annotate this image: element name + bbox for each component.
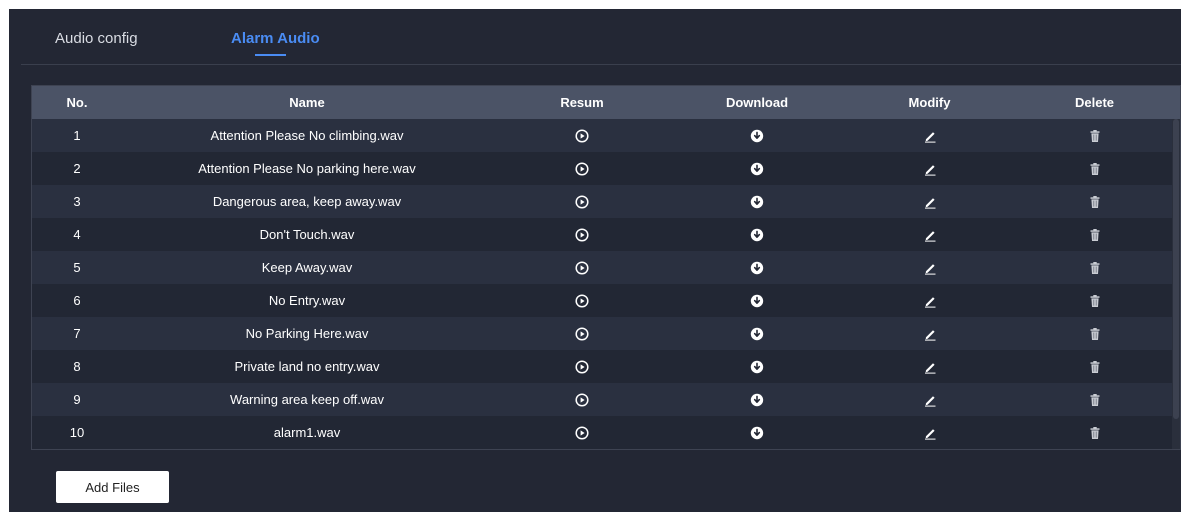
trash-icon[interactable]: [1088, 393, 1102, 407]
download-circle-icon[interactable]: [750, 195, 764, 209]
table-row: 9 Warning area keep off.wav: [32, 383, 1172, 416]
table-row: 5 Keep Away.wav: [32, 251, 1172, 284]
row-file-name: Don't Touch.wav: [259, 227, 355, 242]
trash-icon[interactable]: [1088, 261, 1102, 275]
play-circle-icon[interactable]: [575, 327, 589, 341]
row-number: 6: [73, 293, 81, 308]
pencil-icon[interactable]: [923, 261, 937, 275]
trash-icon[interactable]: [1088, 327, 1102, 341]
download-circle-icon[interactable]: [750, 327, 764, 341]
play-circle-icon[interactable]: [575, 294, 589, 308]
audio-file-table: No. Name Resum Download Modify Delete 1 A…: [31, 85, 1181, 450]
active-tab-indicator: [255, 54, 286, 56]
pencil-icon[interactable]: [923, 426, 937, 440]
play-circle-icon[interactable]: [575, 360, 589, 374]
row-file-name: Attention Please No climbing.wav: [210, 128, 404, 143]
row-number: 1: [73, 128, 81, 143]
row-number: 5: [73, 260, 81, 275]
download-circle-icon[interactable]: [750, 294, 764, 308]
pencil-icon[interactable]: [923, 129, 937, 143]
pencil-icon[interactable]: [923, 228, 937, 242]
play-circle-icon[interactable]: [575, 195, 589, 209]
row-number: 9: [73, 392, 81, 407]
table-row: 8 Private land no entry.wav: [32, 350, 1172, 383]
play-circle-icon[interactable]: [575, 426, 589, 440]
row-number: 10: [69, 425, 85, 440]
download-circle-icon[interactable]: [750, 360, 764, 374]
table-row: 3 Dangerous area, keep away.wav: [32, 185, 1172, 218]
table-row: 10 alarm1.wav: [32, 416, 1172, 449]
row-file-name: Attention Please No parking here.wav: [198, 161, 416, 176]
trash-icon[interactable]: [1088, 426, 1102, 440]
trash-icon[interactable]: [1088, 228, 1102, 242]
play-circle-icon[interactable]: [575, 261, 589, 275]
pencil-icon[interactable]: [923, 327, 937, 341]
header-modify: Modify: [908, 95, 951, 110]
pencil-icon[interactable]: [923, 393, 937, 407]
pencil-icon[interactable]: [923, 195, 937, 209]
row-file-name: Keep Away.wav: [261, 260, 353, 275]
tab-alarm-audio[interactable]: Alarm Audio: [231, 30, 320, 47]
download-circle-icon[interactable]: [750, 129, 764, 143]
tab-audio-config[interactable]: Audio config: [55, 30, 138, 47]
table-scrollbar[interactable]: [1172, 119, 1180, 449]
header-delete: Delete: [1074, 95, 1115, 110]
row-file-name: Private land no entry.wav: [234, 359, 380, 374]
play-circle-icon[interactable]: [575, 129, 589, 143]
row-number: 2: [73, 161, 81, 176]
pencil-icon[interactable]: [923, 162, 937, 176]
download-circle-icon[interactable]: [750, 162, 764, 176]
tab-divider: [21, 64, 1181, 65]
row-number: 4: [73, 227, 81, 242]
header-download: Download: [725, 95, 789, 110]
header-no: No.: [66, 95, 88, 110]
pencil-icon[interactable]: [923, 360, 937, 374]
row-number: 8: [73, 359, 81, 374]
table-row: 2 Attention Please No parking here.wav: [32, 152, 1172, 185]
download-circle-icon[interactable]: [750, 426, 764, 440]
row-number: 3: [73, 194, 81, 209]
download-circle-icon[interactable]: [750, 261, 764, 275]
trash-icon[interactable]: [1088, 360, 1102, 374]
play-circle-icon[interactable]: [575, 162, 589, 176]
scrollbar-thumb[interactable]: [1173, 119, 1179, 419]
trash-icon[interactable]: [1088, 195, 1102, 209]
download-circle-icon[interactable]: [750, 393, 764, 407]
header-name: Name: [289, 95, 325, 110]
row-file-name: Warning area keep off.wav: [230, 392, 384, 407]
table-row: 6 No Entry.wav: [32, 284, 1172, 317]
download-circle-icon[interactable]: [750, 228, 764, 242]
row-file-name: No Entry.wav: [268, 293, 346, 308]
table-row: 4 Don't Touch.wav: [32, 218, 1172, 251]
tab-bar: Audio config Alarm Audio: [9, 9, 1181, 65]
table-row: 7 No Parking Here.wav: [32, 317, 1172, 350]
play-circle-icon[interactable]: [575, 393, 589, 407]
add-files-button[interactable]: Add Files: [56, 471, 169, 503]
row-file-name: Dangerous area, keep away.wav: [212, 194, 402, 209]
row-file-name: No Parking Here.wav: [245, 326, 369, 341]
trash-icon[interactable]: [1088, 129, 1102, 143]
table-row: 1 Attention Please No climbing.wav: [32, 119, 1172, 152]
row-file-name: alarm1.wav: [273, 425, 341, 440]
pencil-icon[interactable]: [923, 294, 937, 308]
alarm-audio-panel: Audio config Alarm Audio No. Name Resum …: [9, 9, 1181, 512]
table-header: No. Name Resum Download Modify Delete: [32, 86, 1180, 119]
trash-icon[interactable]: [1088, 294, 1102, 308]
row-number: 7: [73, 326, 81, 341]
play-circle-icon[interactable]: [575, 228, 589, 242]
header-resum: Resum: [560, 95, 604, 110]
trash-icon[interactable]: [1088, 162, 1102, 176]
